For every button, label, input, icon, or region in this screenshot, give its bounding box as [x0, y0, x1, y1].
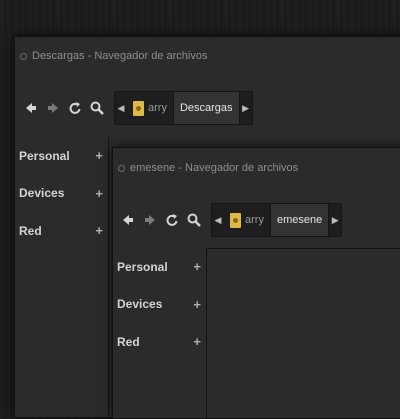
sidebar-item-devices[interactable]: Devices + [113, 286, 206, 324]
path-bar: ◀ arry Descargas ▶ [114, 91, 253, 125]
toolbar: ◀ arry emesene ▶ [113, 201, 400, 239]
back-icon[interactable] [20, 97, 42, 119]
path-left-arrow-icon[interactable]: ◀ [115, 92, 127, 124]
path-bar: ◀ arry emesene ▶ [211, 203, 343, 237]
toolbar: ◀ arry Descargas ▶ [15, 89, 400, 127]
sidebar-item-red[interactable]: Red + [113, 323, 206, 361]
search-icon[interactable] [183, 209, 205, 231]
forward-icon[interactable] [42, 97, 64, 119]
plus-icon[interactable]: + [193, 259, 201, 274]
plus-icon[interactable]: + [193, 297, 201, 312]
window-close-icon[interactable] [20, 52, 27, 60]
path-segment-label: arry [245, 214, 264, 226]
path-segment-home[interactable]: arry [224, 204, 270, 236]
file-browser-window-emesene: emesene - Navegador de archivos ◀ arry e… [112, 147, 400, 419]
window-titlebar[interactable]: emesene - Navegador de archivos [113, 148, 400, 188]
path-right-arrow-icon[interactable]: ▶ [240, 92, 252, 124]
path-right-arrow-icon[interactable]: ▶ [329, 204, 341, 236]
window-title: emesene - Navegador de archivos [130, 162, 299, 174]
forward-icon[interactable] [139, 209, 161, 231]
sidebar-item-label: Red [19, 223, 42, 238]
file-view-area[interactable] [207, 248, 400, 418]
sidebar-item-red[interactable]: Red + [15, 212, 108, 250]
path-segment-label: Descargas [179, 102, 233, 114]
window-close-icon[interactable] [118, 164, 125, 172]
sidebar: Personal + Devices + Red + [113, 248, 207, 418]
window-title: Descargas - Navegador de archivos [32, 50, 208, 62]
search-icon[interactable] [86, 97, 108, 119]
window-titlebar[interactable]: Descargas - Navegador de archivos [15, 37, 400, 75]
path-left-arrow-icon[interactable]: ◀ [212, 204, 224, 236]
path-segment-home[interactable]: arry [127, 92, 173, 124]
sidebar-item-label: Personal [19, 148, 70, 163]
path-segment-current[interactable]: Descargas [172, 92, 240, 124]
sidebar-item-personal[interactable]: Personal + [15, 137, 108, 175]
back-icon[interactable] [117, 209, 139, 231]
sidebar-item-label: Devices [19, 186, 65, 201]
folder-icon [133, 100, 144, 116]
reload-icon[interactable] [64, 97, 86, 119]
path-segment-label: arry [148, 102, 167, 114]
plus-icon[interactable]: + [193, 334, 201, 349]
sidebar-item-label: Devices [117, 297, 163, 312]
path-segment-label: emesene [276, 214, 323, 226]
sidebar-item-personal[interactable]: Personal + [113, 248, 206, 286]
plus-icon[interactable]: + [95, 186, 103, 201]
folder-icon [230, 212, 241, 228]
path-segment-current[interactable]: emesene [269, 204, 330, 236]
sidebar-item-label: Red [117, 334, 140, 349]
plus-icon[interactable]: + [95, 223, 103, 238]
plus-icon[interactable]: + [95, 148, 103, 163]
reload-icon[interactable] [161, 209, 183, 231]
sidebar: Personal + Devices + Red + [15, 137, 109, 417]
sidebar-item-devices[interactable]: Devices + [15, 175, 108, 213]
sidebar-item-label: Personal [117, 259, 168, 274]
